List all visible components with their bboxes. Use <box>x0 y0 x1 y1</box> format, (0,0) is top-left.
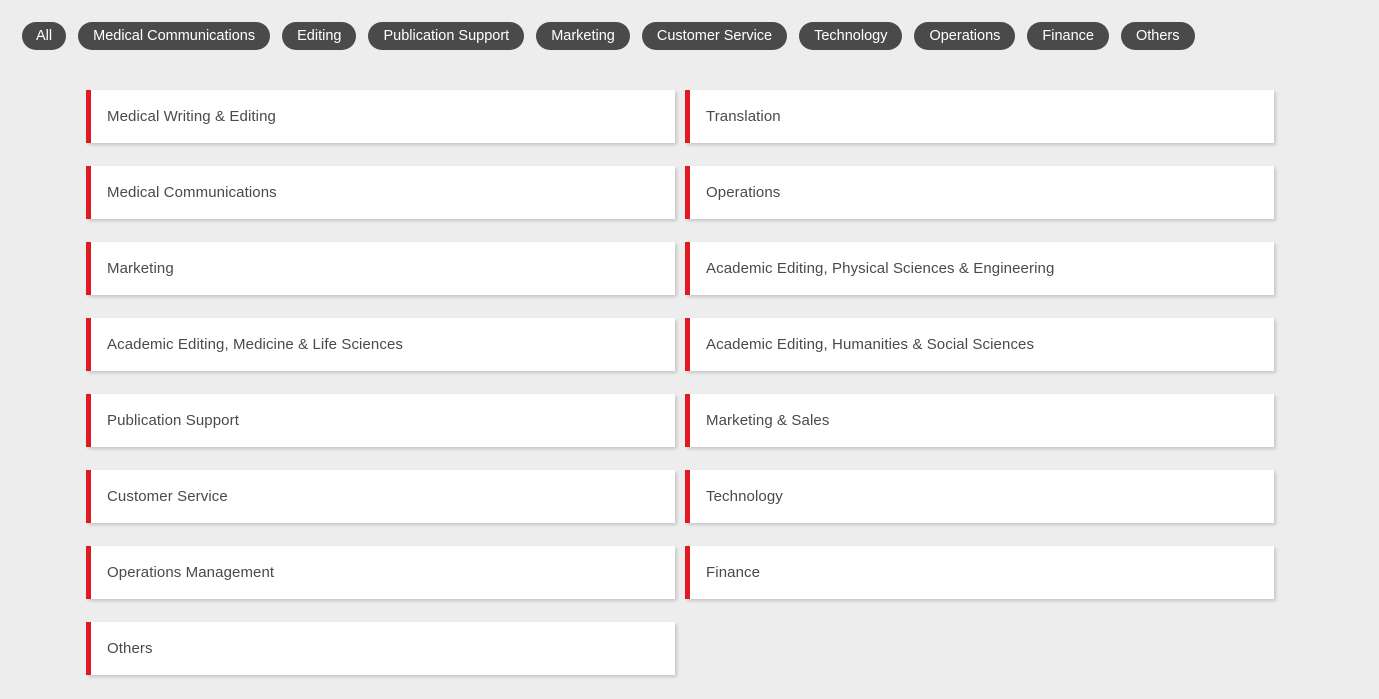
category-card-label: Publication Support <box>107 412 239 429</box>
category-card-label: Finance <box>706 564 761 581</box>
filter-tab-technology[interactable]: Technology <box>799 22 903 50</box>
filter-tab-others[interactable]: Others <box>1121 22 1195 50</box>
category-card[interactable]: Operations Management <box>86 546 675 599</box>
category-column-left: Medical Writing & Editing Medical Communi… <box>86 90 675 698</box>
category-card-label: Others <box>107 640 153 657</box>
category-card[interactable]: Translation <box>685 90 1274 143</box>
filter-tab-publication-support[interactable]: Publication Support <box>368 22 525 50</box>
category-card-label: Operations Management <box>107 564 275 581</box>
category-card-label: Medical Communications <box>107 184 277 201</box>
filter-tab-all[interactable]: All <box>22 22 67 50</box>
category-card-label: Marketing <box>107 260 174 277</box>
category-card[interactable]: Marketing & Sales <box>685 394 1274 447</box>
filter-tab-medical-communications[interactable]: Medical Communications <box>78 22 271 50</box>
category-filter-bar: All Medical Communications Editing Publicat… <box>22 22 1362 50</box>
filter-tab-editing[interactable]: Editing <box>282 22 357 50</box>
category-card[interactable]: Others <box>86 622 675 675</box>
category-card[interactable]: Medical Communications <box>86 166 675 219</box>
category-card-label: Marketing & Sales <box>706 412 830 429</box>
filter-tab-marketing[interactable]: Marketing <box>536 22 630 50</box>
category-column-right: Translation Operations Academic Editing, P… <box>685 90 1274 622</box>
category-card[interactable]: Medical Writing & Editing <box>86 90 675 143</box>
filter-tab-customer-service[interactable]: Customer Service <box>641 22 788 50</box>
filter-tab-operations[interactable]: Operations <box>914 22 1016 50</box>
category-card[interactable]: Academic Editing, Medicine & Life Scienc… <box>86 318 675 371</box>
category-card[interactable]: Academic Editing, Humanities & Social Sc… <box>685 318 1274 371</box>
category-card[interactable]: Marketing <box>86 242 675 295</box>
category-card-label: Translation <box>706 108 781 125</box>
category-card[interactable]: Customer Service <box>86 470 675 523</box>
category-card[interactable]: Technology <box>685 470 1274 523</box>
category-card[interactable]: Finance <box>685 546 1274 599</box>
category-card-grid: Medical Writing & Editing Medical Communi… <box>86 90 1274 690</box>
category-card-label: Academic Editing, Medicine & Life Scienc… <box>107 336 404 353</box>
category-card-label: Operations <box>706 184 781 201</box>
category-card-label: Medical Writing & Editing <box>107 108 276 125</box>
filter-tab-finance[interactable]: Finance <box>1027 22 1109 50</box>
category-card-label: Technology <box>706 488 783 505</box>
category-card[interactable]: Publication Support <box>86 394 675 447</box>
category-card-label: Academic Editing, Humanities & Social Sc… <box>706 336 1035 353</box>
category-card-label: Customer Service <box>107 488 228 505</box>
category-card-label: Academic Editing, Physical Sciences & En… <box>706 260 1055 277</box>
category-card[interactable]: Academic Editing, Physical Sciences & En… <box>685 242 1274 295</box>
category-card[interactable]: Operations <box>685 166 1274 219</box>
